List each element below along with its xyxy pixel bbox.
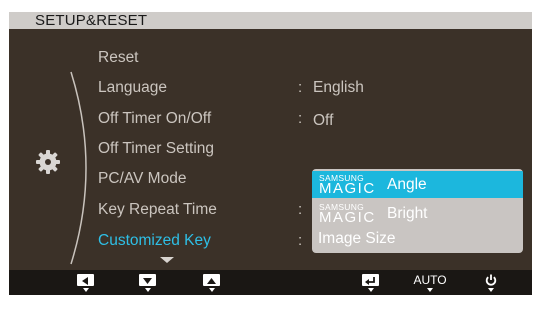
menu-item-language[interactable]: Language	[98, 78, 167, 98]
language-value: English	[313, 79, 364, 96]
separator-colon: :	[298, 232, 303, 249]
samsung-magic-logo: SAMSUNG MAGIC	[319, 202, 376, 226]
menu-arc	[70, 71, 87, 265]
enter-button[interactable]	[358, 272, 384, 294]
samsung-magic-logo: SAMSUNG MAGIC	[319, 173, 376, 197]
auto-label: AUTO	[413, 273, 447, 287]
menu-item-off-timer-setting[interactable]: Off Timer Setting	[98, 139, 214, 159]
up-button[interactable]	[199, 272, 225, 294]
menu-item-customized-key[interactable]: Customized Key	[98, 231, 211, 251]
power-icon	[485, 274, 497, 286]
down-arrow-icon	[143, 278, 152, 284]
power-button[interactable]	[478, 272, 504, 294]
dropdown-option-image-size[interactable]: Image Size	[312, 228, 523, 253]
menu-item-pc-av-mode[interactable]: PC/AV Mode	[98, 169, 186, 189]
dropdown-option-label: Image Size	[318, 230, 396, 247]
dropdown-option-magic-bright[interactable]: SAMSUNG MAGIC Bright	[312, 200, 523, 227]
dropdown-option-magic-angle[interactable]: SAMSUNG MAGIC Angle	[312, 171, 523, 198]
up-arrow-icon	[207, 278, 216, 284]
page-title: SETUP&RESET	[35, 12, 148, 29]
separator-colon: :	[298, 110, 303, 127]
auto-button[interactable]: AUTO	[413, 272, 447, 294]
left-arrow-icon	[82, 277, 88, 285]
separator-colon: :	[298, 79, 303, 96]
dropdown-option-label: Angle	[387, 176, 427, 193]
menu-item-reset[interactable]: Reset	[98, 48, 139, 68]
osd-menu: SETUP&RESET Reset Language Off Timer On/…	[9, 12, 532, 295]
menu-item-off-timer-on-off[interactable]: Off Timer On/Off	[98, 109, 211, 129]
enter-icon	[365, 277, 375, 285]
off-timer-value: Off	[313, 112, 334, 129]
title-bar: SETUP&RESET	[9, 12, 532, 29]
left-button[interactable]	[73, 272, 99, 294]
scroll-down-icon[interactable]	[160, 257, 174, 263]
down-button[interactable]	[135, 272, 161, 294]
menu-item-key-repeat-time[interactable]: Key Repeat Time	[98, 200, 217, 220]
customized-key-dropdown: SAMSUNG MAGIC Angle SAMSUNG MAGIC Bright…	[312, 169, 523, 253]
button-guide-bar: AUTO	[9, 270, 532, 295]
separator-colon: :	[298, 201, 303, 218]
dropdown-option-label: Bright	[387, 205, 428, 222]
